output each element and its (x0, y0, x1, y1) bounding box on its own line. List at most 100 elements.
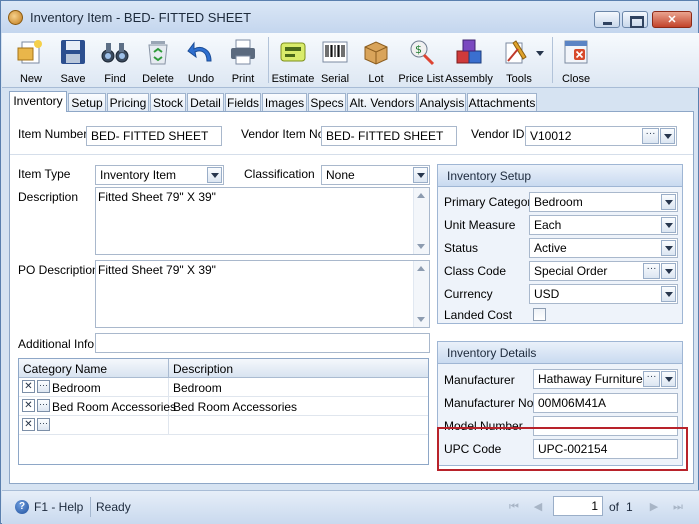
item-type-combo[interactable]: Inventory Item (95, 165, 224, 185)
maximize-button[interactable] (622, 11, 648, 28)
chevron-down-icon[interactable] (661, 263, 676, 279)
tab-detail[interactable]: Detail (187, 93, 224, 111)
chevron-down-icon[interactable] (661, 240, 676, 256)
tab-fields[interactable]: Fields (225, 93, 261, 111)
more-icon[interactable]: ··· (642, 128, 659, 144)
tab-attachments[interactable]: Attachments (467, 93, 537, 111)
item-number-field[interactable]: BED- FITTED SHEET (86, 126, 222, 146)
category-cell: Bedroom (50, 378, 169, 397)
minimize-button[interactable] (594, 11, 620, 28)
toolbar-separator (268, 37, 269, 83)
landed-cost-checkbox[interactable] (533, 308, 546, 321)
manufacturer-label: Manufacturer (444, 373, 515, 387)
serial-button[interactable]: Serial (316, 35, 354, 87)
chevron-down-icon[interactable] (661, 217, 676, 233)
status-value: Active (534, 241, 567, 255)
first-page-icon[interactable]: ⏮ (506, 499, 522, 515)
primary-category-combo[interactable]: Bedroom (529, 192, 678, 212)
tools-icon (505, 40, 527, 64)
next-page-icon[interactable]: ▶ (646, 499, 662, 515)
manufacturer-value: Hathaway Furniture Wa (538, 372, 646, 386)
vendor-item-no-field[interactable]: BED- FITTED SHEET (321, 126, 457, 146)
status-combo[interactable]: Active (529, 238, 678, 258)
more-icon[interactable]: ··· (37, 399, 50, 412)
chevron-down-icon[interactable] (661, 371, 676, 387)
tab-stock[interactable]: Stock (150, 93, 186, 111)
lot-button[interactable]: Lot (354, 35, 398, 87)
manufacturer-no-field[interactable]: 00M06M41A (533, 393, 678, 413)
description-memo[interactable]: Fitted Sheet 79" X 39" (95, 187, 430, 255)
more-icon[interactable]: ··· (643, 371, 660, 387)
po-description-memo[interactable]: Fitted Sheet 79" X 39" (95, 260, 430, 328)
tab-images[interactable]: Images (262, 93, 307, 111)
more-icon[interactable]: ··· (643, 263, 660, 279)
page-number-input[interactable]: 1 (553, 496, 603, 516)
tools-button[interactable]: Tools (496, 35, 546, 87)
last-page-icon[interactable]: ⏭ (670, 499, 686, 515)
tab-analysis[interactable]: Analysis (418, 93, 466, 111)
currency-combo[interactable]: USD (529, 284, 678, 304)
unit-measure-combo[interactable]: Each (529, 215, 678, 235)
category-grid: Category Name Description ✕ ··· Bedroom … (18, 358, 429, 465)
chevron-down-icon[interactable] (536, 51, 544, 56)
chevron-down-icon[interactable] (661, 194, 676, 210)
landed-cost-label: Landed Cost (444, 308, 513, 322)
manufacturer-combo[interactable]: Hathaway Furniture Wa ··· (533, 369, 678, 389)
delete-button[interactable]: Delete (136, 35, 180, 87)
table-row[interactable]: ✕ ··· Bedroom Bedroom (19, 378, 428, 397)
find-button[interactable]: Find (94, 35, 136, 87)
table-row[interactable]: ✕ ··· Bed Room Accessories Bed Room Acce… (19, 397, 428, 416)
category-name-header[interactable]: Category Name (19, 359, 169, 378)
tab-setup[interactable]: Setup (68, 93, 106, 111)
item-number-label: Item Number (18, 127, 88, 141)
help-label[interactable]: F1 - Help (34, 500, 83, 514)
close-button[interactable]: Close (555, 35, 597, 87)
category-cell (50, 416, 169, 435)
vertical-scrollbar[interactable] (413, 188, 429, 254)
description-header[interactable]: Description (169, 359, 428, 378)
delete-row-icon[interactable]: ✕ (22, 418, 35, 431)
vendor-id-label: Vendor ID (471, 127, 525, 141)
unit-measure-value: Each (534, 218, 562, 232)
po-description-label: PO Description (18, 263, 99, 277)
price-list-button[interactable]: $ Price List (398, 35, 444, 87)
print-button[interactable]: Print (222, 35, 264, 87)
assembly-blocks-icon (456, 39, 482, 64)
item-type-value: Inventory Item (100, 168, 177, 182)
classification-value: None (326, 168, 355, 182)
new-button[interactable]: New (10, 35, 52, 87)
item-type-label: Item Type (18, 167, 71, 181)
tab-inventory[interactable]: Inventory (9, 91, 67, 112)
title-bar: Inventory Item - BED- FITTED SHEET (1, 1, 698, 33)
tab-alt-vendors[interactable]: Alt. Vendors (347, 93, 417, 111)
currency-label: Currency (444, 287, 493, 301)
close-window-button[interactable] (652, 11, 692, 28)
delete-row-icon[interactable]: ✕ (22, 380, 35, 393)
vertical-scrollbar[interactable] (413, 261, 429, 327)
chevron-down-icon[interactable] (413, 167, 428, 183)
estimate-button[interactable]: Estimate (270, 35, 316, 87)
tab-specs[interactable]: Specs (308, 93, 346, 111)
po-description-text: Fitted Sheet 79" X 39" (98, 263, 216, 277)
new-row[interactable]: ✕ ··· (19, 416, 428, 435)
help-icon[interactable]: ? (15, 500, 29, 514)
delete-row-icon[interactable]: ✕ (22, 399, 35, 412)
undo-button[interactable]: Undo (180, 35, 222, 87)
save-button[interactable]: Save (52, 35, 94, 87)
vendor-item-no-label: Vendor Item No (241, 127, 325, 141)
additional-info-field[interactable] (95, 333, 430, 353)
previous-page-icon[interactable]: ◀ (530, 499, 546, 515)
class-code-label: Class Code (444, 264, 507, 278)
more-icon[interactable]: ··· (37, 380, 50, 393)
chevron-down-icon[interactable] (207, 167, 222, 183)
vendor-id-value: V10012 (530, 129, 572, 143)
chevron-down-icon[interactable] (661, 286, 676, 302)
class-code-combo[interactable]: Special Order ··· (529, 261, 678, 281)
classification-combo[interactable]: None (321, 165, 430, 185)
tab-pricing[interactable]: Pricing (107, 93, 149, 111)
more-icon[interactable]: ··· (37, 418, 50, 431)
chevron-down-icon[interactable] (660, 128, 675, 144)
of-label: of (609, 500, 620, 514)
vendor-id-combo[interactable]: V10012 ··· (525, 126, 677, 146)
assembly-button[interactable]: Assembly (444, 35, 494, 87)
